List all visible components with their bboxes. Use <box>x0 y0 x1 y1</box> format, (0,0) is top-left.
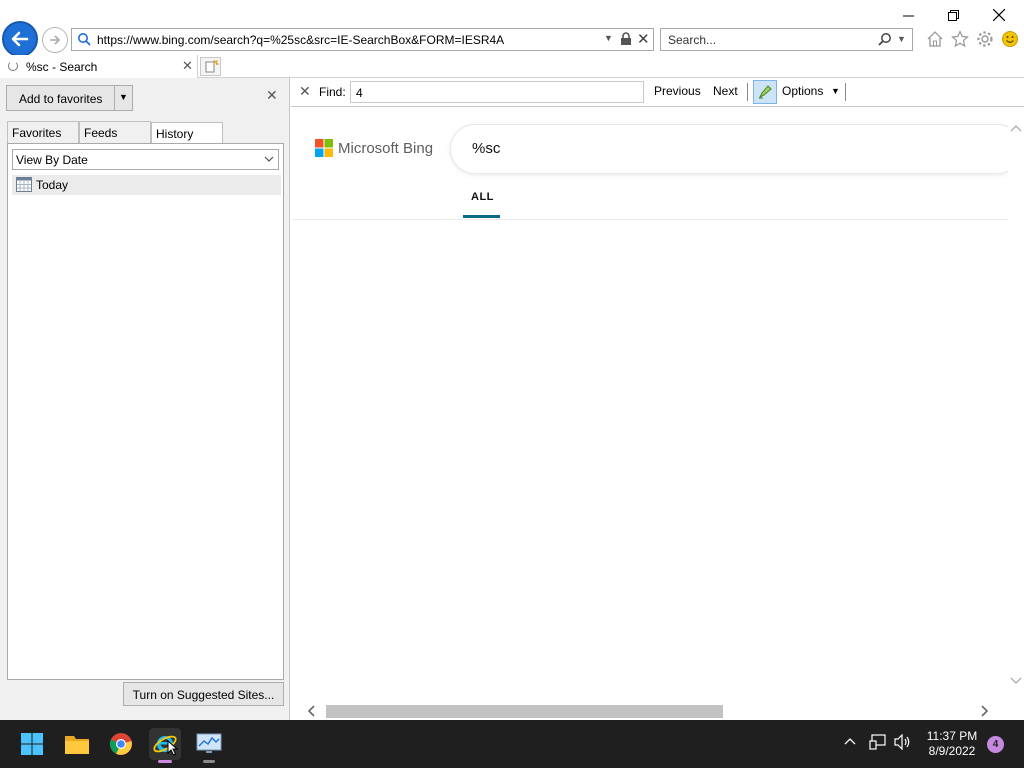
tab-strip: %sc - Search ✕ <box>0 55 1024 78</box>
tab-feeds[interactable]: Feeds <box>79 121 151 143</box>
tab-title: %sc - Search <box>26 60 98 74</box>
calendar-icon <box>16 177 32 195</box>
history-item-today[interactable]: Today <box>12 175 281 195</box>
scroll-down-icon <box>1010 677 1022 684</box>
monitor-chart-icon <box>196 733 222 753</box>
search-placeholder[interactable]: Search... <box>668 33 716 47</box>
notification-badge[interactable]: 4 <box>987 736 1004 753</box>
scroll-up-icon <box>1010 125 1022 132</box>
clock-time: 11:37 PM <box>926 729 978 743</box>
web-page-content: Microsoft Bing %sc ALL <box>291 107 1008 703</box>
highlighter-icon <box>758 85 772 99</box>
chrome-icon <box>109 733 132 755</box>
address-dropdown-icon[interactable]: ▼ <box>604 33 613 43</box>
highlight-matches-button[interactable] <box>753 80 777 104</box>
address-bar[interactable]: https://www.bing.com/search?q=%25sc&src=… <box>71 28 654 51</box>
add-to-favorites-button[interactable]: Add to favorites ▼ <box>6 85 133 111</box>
gear-icon[interactable] <box>974 28 996 50</box>
maximize-button[interactable] <box>930 4 976 26</box>
find-previous-button[interactable]: Previous <box>654 84 701 98</box>
home-icon[interactable] <box>924 28 946 50</box>
taskbar-chrome[interactable] <box>105 728 137 760</box>
taskbar-file-explorer[interactable] <box>61 728 93 760</box>
close-panel-icon[interactable]: ✕ <box>266 87 278 104</box>
find-label: Find: <box>319 85 346 99</box>
view-by-select[interactable]: View By Date <box>12 149 279 170</box>
close-icon <box>993 9 1005 21</box>
forward-button[interactable] <box>42 27 68 53</box>
minimize-button[interactable] <box>885 4 931 26</box>
search-dropdown-icon[interactable]: ▼ <box>897 34 906 44</box>
arrow-left-icon <box>11 31 29 47</box>
find-options-button[interactable]: Options <box>782 84 823 98</box>
view-by-value: View By Date <box>16 153 88 167</box>
chevron-down-icon <box>263 153 275 168</box>
scroll-right-icon[interactable] <box>979 704 989 721</box>
folder-icon <box>65 736 89 754</box>
active-tab-indicator <box>463 215 500 218</box>
suggested-sites-button[interactable]: Turn on Suggested Sites... <box>123 682 284 706</box>
start-button[interactable] <box>16 728 48 760</box>
show-hidden-icons-chevron-icon[interactable] <box>843 734 857 751</box>
back-button[interactable] <box>2 21 38 57</box>
minimize-icon <box>902 15 914 16</box>
stop-icon[interactable]: ✕ <box>637 30 650 48</box>
smiley-icon[interactable] <box>999 28 1021 50</box>
history-item-label: Today <box>36 178 69 192</box>
find-input-value[interactable]: 4 <box>356 86 363 100</box>
taskbar-task-manager[interactable] <box>193 728 225 763</box>
scroll-left-icon[interactable] <box>307 704 317 721</box>
search-icon[interactable] <box>878 32 892 49</box>
history-list: View By Date Today <box>7 143 284 680</box>
bing-search-input[interactable]: %sc <box>451 125 1008 173</box>
add-to-favorites-dropdown-icon[interactable]: ▼ <box>119 92 128 102</box>
close-window-button[interactable] <box>976 4 1022 26</box>
bing-query-text[interactable]: %sc <box>472 140 500 157</box>
lock-icon[interactable] <box>620 32 632 49</box>
volume-icon[interactable] <box>894 733 912 753</box>
network-icon[interactable] <box>869 734 887 753</box>
find-bar: ✕ Find: 4 Previous Next Options ▼ <box>291 78 1024 107</box>
find-input[interactable]: 4 <box>350 81 644 103</box>
bing-logo[interactable]: Microsoft Bing <box>315 139 433 157</box>
search-field[interactable]: Search... ▼ <box>660 28 913 51</box>
add-to-favorites-label: Add to favorites <box>19 92 103 106</box>
search-icon <box>77 32 91 49</box>
close-find-icon[interactable]: ✕ <box>299 83 311 100</box>
vertical-scrollbar[interactable] <box>1008 107 1024 703</box>
microsoft-logo-icon <box>315 139 333 157</box>
tab-feeds-label: Feeds <box>84 126 118 140</box>
url-text[interactable]: https://www.bing.com/search?q=%25sc&src=… <box>97 33 504 47</box>
taskbar-internet-explorer[interactable] <box>149 728 181 763</box>
arrow-right-icon <box>50 35 61 45</box>
taskbar: 11:37 PM 8/9/2022 4 <box>0 720 1024 768</box>
tab-favorites-label: Favorites <box>12 126 62 140</box>
mouse-cursor-icon <box>167 740 179 756</box>
windows-logo-icon <box>21 733 43 755</box>
toolbar-icons <box>924 28 1021 50</box>
star-icon[interactable] <box>949 28 971 50</box>
bing-logo-text: Microsoft Bing <box>338 139 434 157</box>
browser-toolbar: https://www.bing.com/search?q=%25sc&src=… <box>0 0 1024 57</box>
options-dropdown-icon[interactable]: ▼ <box>831 86 840 96</box>
tab-favorites[interactable]: Favorites <box>7 121 79 143</box>
horizontal-scrollbar[interactable] <box>291 703 1008 720</box>
tab-history[interactable]: History <box>151 122 223 144</box>
close-tab-icon[interactable]: ✕ <box>182 58 193 74</box>
tab-all[interactable]: ALL <box>471 191 494 203</box>
horizontal-scroll-thumb[interactable] <box>326 705 723 718</box>
restore-icon <box>947 9 959 21</box>
tab-bing-search[interactable]: %sc - Search ✕ <box>0 55 198 78</box>
loading-icon <box>8 61 18 71</box>
tab-history-label: History <box>156 127 194 141</box>
clock-date: 8/9/2022 <box>928 744 976 758</box>
suggested-sites-label: Turn on Suggested Sites... <box>132 688 275 702</box>
new-tab-button[interactable] <box>200 57 221 76</box>
new-tab-icon <box>205 59 220 73</box>
system-clock[interactable]: 11:37 PM 8/9/2022 <box>916 729 988 759</box>
find-next-button[interactable]: Next <box>713 84 738 98</box>
favorites-center-panel: Add to favorites ▼ ✕ Favorites Feeds His… <box>0 78 290 720</box>
